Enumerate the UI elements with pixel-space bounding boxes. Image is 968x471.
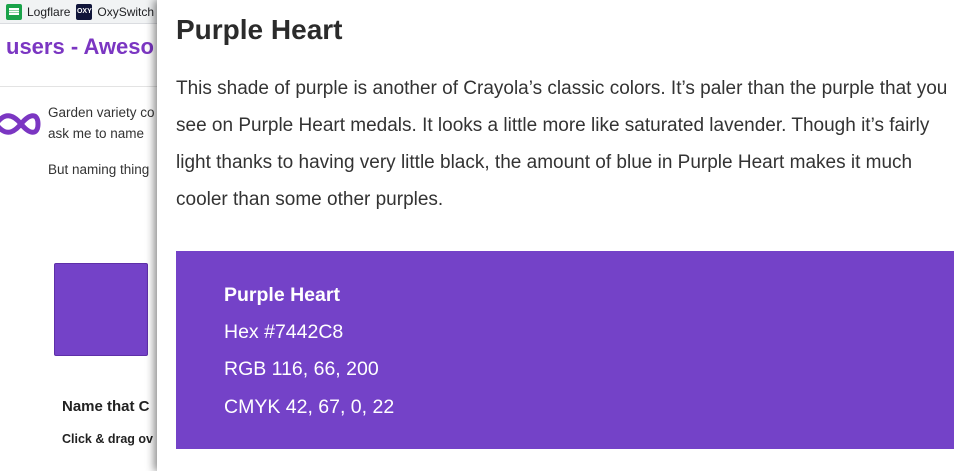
oxyswitch-icon: OXY — [76, 3, 93, 20]
page-heading: users - Aweso — [6, 34, 154, 59]
infinity-logo-icon — [0, 113, 41, 135]
color-description: This shade of purple is another of Crayo… — [176, 78, 948, 210]
divider — [0, 86, 160, 87]
bookmark-oxyswitch[interactable]: OXY OxySwitch — [76, 1, 154, 23]
logflare-icon — [6, 3, 22, 20]
color-hex-value: Hex #7442C8 — [224, 321, 344, 343]
page-paragraph: Garden variety co — [48, 105, 155, 120]
bookmark-label: Logflare — [27, 4, 71, 19]
bookmark-label: OxySwitch — [97, 4, 155, 19]
section-heading: Name that C — [62, 398, 150, 415]
color-title: Purple Heart — [176, 14, 343, 45]
page-paragraph: ask me to name — [48, 126, 145, 141]
page-paragraph: But naming thing — [48, 162, 150, 177]
color-name: Purple Heart — [224, 284, 340, 306]
drag-hint: Click & drag ov — [62, 432, 153, 446]
color-rgb-value: RGB 116, 66, 200 — [224, 358, 379, 380]
color-detail-popup: Purple Heart This shade of purple is ano… — [157, 0, 968, 471]
color-info-card: Purple Heart Hex #7442C8 RGB 116, 66, 20… — [176, 251, 954, 449]
color-cmyk-value: CMYK 42, 67, 0, 22 — [224, 396, 395, 418]
color-swatch[interactable] — [54, 263, 148, 356]
bookmark-logflare[interactable]: Logflare — [6, 1, 70, 23]
